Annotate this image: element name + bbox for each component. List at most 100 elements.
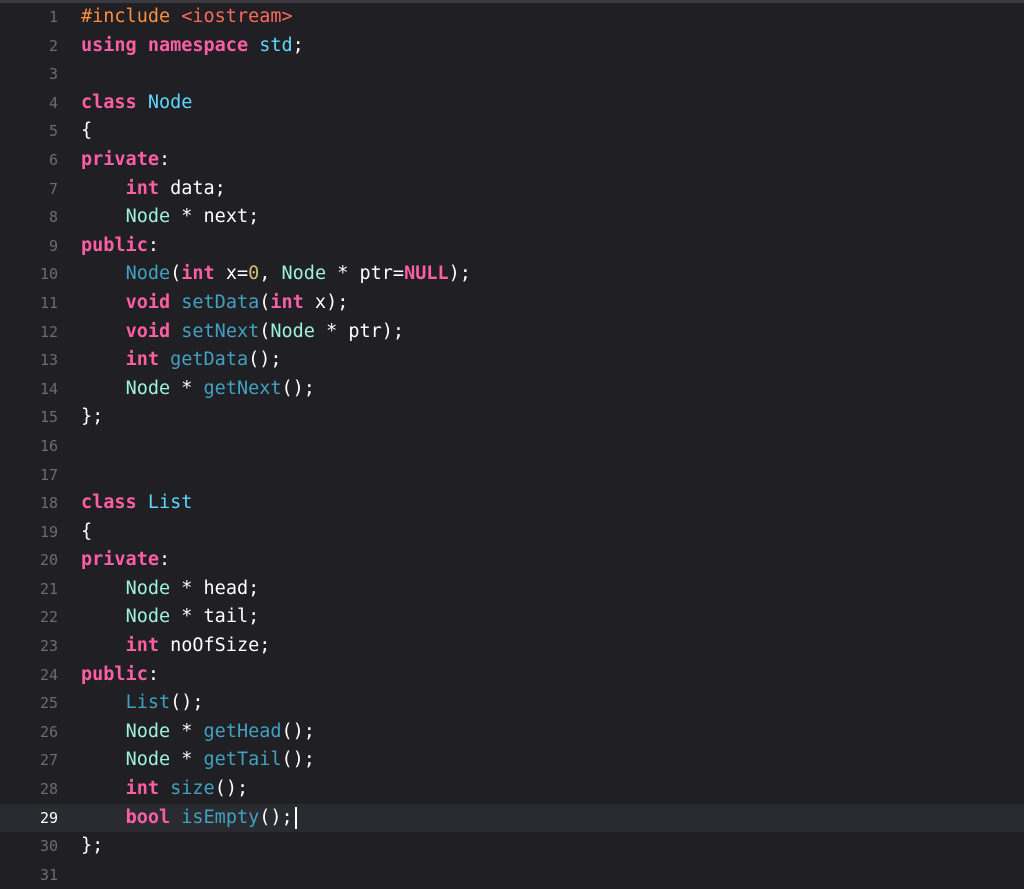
code-text[interactable]: int data; bbox=[81, 175, 226, 204]
code-line[interactable]: 30}; bbox=[0, 832, 1024, 861]
code-line[interactable]: 26 Node * getHead(); bbox=[0, 718, 1024, 747]
code-token: getNext bbox=[203, 377, 282, 399]
code-line[interactable]: 10 Node(int x=0, Node * ptr=NULL); bbox=[0, 260, 1024, 289]
code-text[interactable]: using namespace std; bbox=[81, 32, 304, 61]
code-text[interactable]: bool isEmpty(); bbox=[81, 804, 297, 833]
code-line[interactable]: 6 private: bbox=[0, 146, 1024, 175]
line-number: 15 bbox=[39, 408, 58, 427]
code-text[interactable]: }; bbox=[81, 403, 103, 432]
code-editor[interactable]: 1 #include <iostream> 2 using namespace std… bbox=[0, 3, 1024, 884]
code-line[interactable]: 21 Node * head; bbox=[0, 575, 1024, 604]
code-line[interactable]: 29 bool isEmpty(); bbox=[0, 803, 1024, 833]
code-text[interactable]: { bbox=[81, 518, 92, 547]
code-line[interactable]: 15}; bbox=[0, 403, 1024, 432]
code-line[interactable]: 19 { bbox=[0, 518, 1024, 547]
code-line[interactable]: 3 bbox=[0, 60, 1024, 89]
code-line[interactable]: 14 Node * getNext(); bbox=[0, 375, 1024, 404]
code-token: <iostream> bbox=[181, 6, 293, 27]
line-number: 16 bbox=[39, 436, 58, 455]
code-token: (); bbox=[281, 720, 315, 742]
code-line[interactable]: 25 List(); bbox=[0, 689, 1024, 718]
line-number: 1 bbox=[48, 8, 58, 26]
code-token: { bbox=[81, 520, 93, 542]
code-token: * head; bbox=[170, 577, 260, 599]
code-token: * bbox=[170, 720, 204, 742]
code-line[interactable]: 5{ bbox=[0, 117, 1024, 146]
code-text[interactable]: }; bbox=[81, 832, 103, 861]
code-line[interactable]: 20 private: bbox=[0, 546, 1024, 575]
code-line[interactable]: 7 int data; bbox=[0, 175, 1024, 204]
code-text[interactable]: public: bbox=[81, 232, 159, 261]
code-token: int bbox=[125, 635, 159, 657]
code-line[interactable]: 23 int noOfSize; bbox=[0, 632, 1024, 661]
line-number: 9 bbox=[48, 236, 58, 255]
code-token: Node bbox=[147, 91, 193, 113]
code-text[interactable]: int noOfSize; bbox=[81, 632, 271, 661]
code-line[interactable]: 1 #include <iostream> bbox=[0, 3, 1024, 32]
code-token: int bbox=[125, 177, 159, 199]
line-number: 5 bbox=[48, 122, 58, 141]
code-line[interactable]: 24 public: bbox=[0, 661, 1024, 690]
code-token: std bbox=[259, 34, 293, 56]
code-token: * ptr= bbox=[326, 263, 405, 285]
code-token: int bbox=[270, 291, 304, 313]
code-text[interactable]: List(); bbox=[81, 689, 204, 718]
code-line[interactable]: 8 Node * next; bbox=[0, 203, 1024, 232]
line-number: 6 bbox=[48, 150, 58, 169]
code-text[interactable]: Node * next; bbox=[81, 203, 260, 232]
code-text[interactable]: Node * getHead(); bbox=[81, 718, 315, 747]
line-number: 29 bbox=[39, 808, 58, 827]
code-token: size bbox=[170, 778, 215, 800]
code-text[interactable]: void setData(int x); bbox=[81, 289, 349, 318]
code-token: (); bbox=[281, 749, 315, 771]
line-number: 14 bbox=[39, 379, 58, 398]
code-line[interactable]: 9 public: bbox=[0, 232, 1024, 261]
code-text[interactable]: public: bbox=[81, 661, 159, 690]
code-text[interactable]: { bbox=[81, 117, 92, 146]
code-text[interactable]: private: bbox=[81, 146, 170, 175]
code-text[interactable]: private: bbox=[81, 546, 170, 575]
code-line[interactable]: 2 using namespace std; bbox=[0, 32, 1024, 61]
code-line[interactable]: 13 int getData(); bbox=[0, 346, 1024, 375]
code-text[interactable]: Node(int x=0, Node * ptr=NULL); bbox=[81, 260, 471, 289]
code-line[interactable]: 4 class Node bbox=[0, 89, 1024, 118]
line-number: 20 bbox=[39, 551, 58, 570]
code-line[interactable]: 12 void setNext(Node * ptr); bbox=[0, 318, 1024, 347]
code-token: (); bbox=[248, 349, 282, 371]
code-text[interactable]: int getData(); bbox=[81, 346, 282, 375]
code-token: int bbox=[125, 778, 159, 800]
code-line[interactable]: 18 class List bbox=[0, 489, 1024, 518]
code-line[interactable]: 27 Node * getTail(); bbox=[0, 746, 1024, 775]
line-number: 8 bbox=[48, 208, 58, 227]
code-text[interactable]: class List bbox=[81, 489, 192, 518]
code-token: Node bbox=[125, 263, 171, 285]
code-line[interactable]: 17 bbox=[0, 461, 1024, 490]
code-text[interactable]: Node * tail; bbox=[81, 603, 260, 632]
code-line[interactable]: 28 int size(); bbox=[0, 775, 1024, 804]
code-token: setData bbox=[181, 291, 260, 313]
code-token: noOfSize; bbox=[158, 635, 271, 657]
code-text[interactable]: int size(); bbox=[81, 775, 249, 804]
code-token: void bbox=[125, 320, 171, 342]
code-line[interactable]: 31 bbox=[0, 861, 1024, 889]
code-text[interactable]: Node * getNext(); bbox=[81, 375, 315, 404]
code-text[interactable]: Node * head; bbox=[81, 575, 260, 604]
code-text[interactable]: #include <iostream> bbox=[81, 3, 293, 32]
code-text[interactable]: void setNext(Node * ptr); bbox=[81, 318, 404, 347]
line-number: 21 bbox=[39, 579, 58, 598]
code-line[interactable]: 16 bbox=[0, 432, 1024, 461]
line-number: 10 bbox=[39, 265, 58, 284]
code-text[interactable]: class Node bbox=[81, 89, 192, 118]
code-token: #include bbox=[81, 6, 182, 27]
code-line[interactable]: 11 void setData(int x); bbox=[0, 289, 1024, 318]
code-line[interactable]: 22 Node * tail; bbox=[0, 603, 1024, 632]
code-text[interactable]: Node * getTail(); bbox=[81, 746, 315, 775]
